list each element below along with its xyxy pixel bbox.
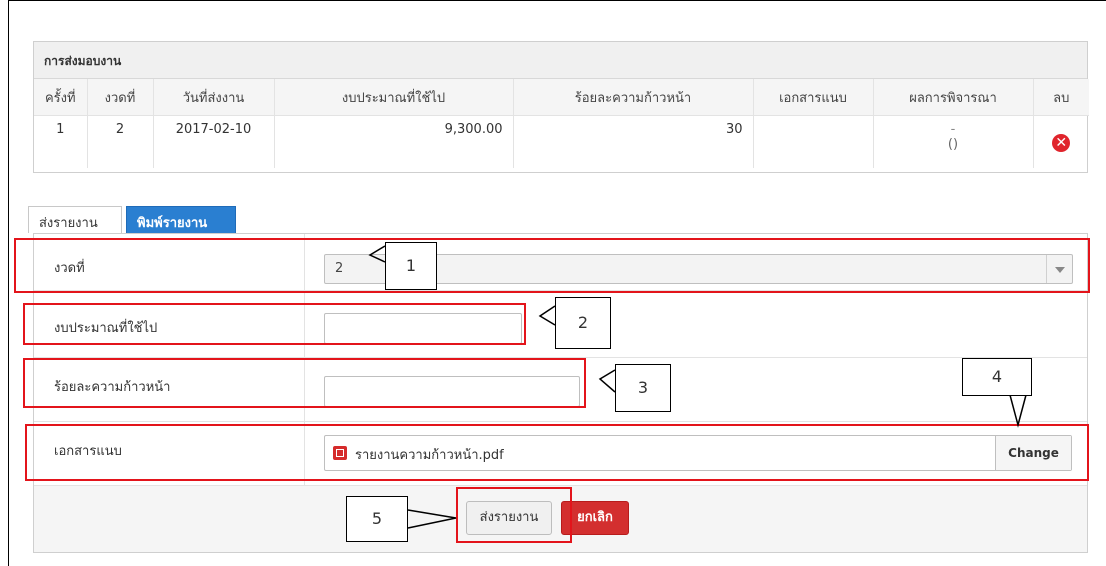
callout-3: 3: [615, 364, 671, 412]
callout-5: 5: [346, 496, 408, 542]
callout-4: 4: [962, 358, 1032, 396]
callout-pointers: [368, 245, 1027, 529]
callout-1: 1: [385, 242, 437, 290]
callout-2: 2: [555, 297, 611, 349]
